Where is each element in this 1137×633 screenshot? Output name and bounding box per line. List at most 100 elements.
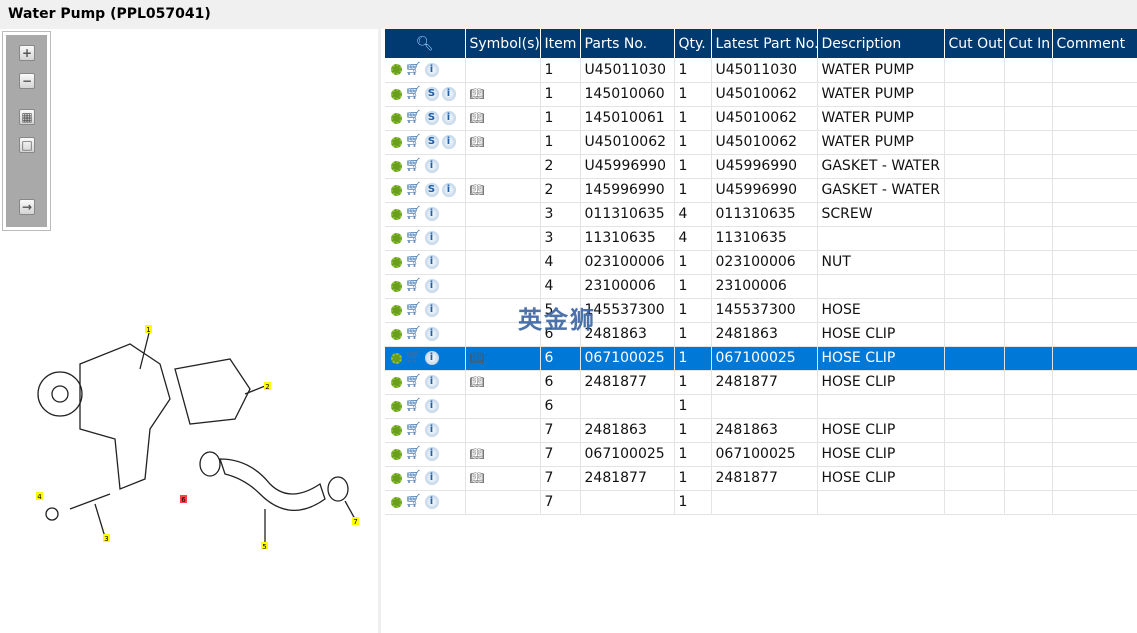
cart-icon[interactable]: 🛒︎	[405, 279, 422, 292]
supersession-icon[interactable]: S	[424, 135, 439, 149]
table-row[interactable]: 🛒︎ i 📖︎ 6 2481877 1 2481877 HOSE CLIP	[385, 370, 1137, 395]
cart-icon[interactable]: 🛒︎	[405, 231, 422, 244]
search-column-header[interactable]: 🔍︎	[385, 29, 466, 58]
info-icon[interactable]: i	[424, 471, 439, 485]
cart-icon[interactable]: 🛒︎	[405, 111, 422, 124]
info-icon[interactable]: i	[424, 495, 439, 509]
cart-icon[interactable]: 🛒︎	[405, 375, 422, 388]
supersession-icon[interactable]: S	[424, 111, 439, 125]
gear-icon[interactable]	[391, 64, 402, 76]
cart-icon[interactable]: 🛒︎	[405, 303, 422, 316]
book-icon[interactable]: 📖︎	[470, 183, 485, 197]
table-row[interactable]: 🛒︎i2U459969901U45996990GASKET - WATER PU…	[385, 154, 1137, 179]
callout-7[interactable]: 7	[353, 518, 357, 526]
book-icon[interactable]: 📖︎	[470, 135, 485, 149]
info-icon[interactable]: i	[424, 375, 439, 389]
book-icon[interactable]: 📖︎	[470, 351, 485, 365]
column-header-cut-in[interactable]: Cut In	[1004, 29, 1053, 58]
callout-2[interactable]: 2	[265, 383, 269, 391]
table-row[interactable]: 🛒︎ i 📖︎ 7 067100025 1 067100025 HOSE CLIP	[385, 442, 1137, 467]
column-header-item[interactable]: Item	[540, 29, 581, 58]
water-pump-diagram[interactable]: 1 2 3 4 5 6 7	[20, 289, 370, 549]
cart-icon[interactable]: 🛒︎	[405, 327, 422, 340]
cart-icon[interactable]: 🛒︎	[405, 423, 422, 436]
cart-icon[interactable]: 🛒︎	[405, 351, 422, 364]
zoom-in-button[interactable]: +	[19, 45, 35, 61]
gear-icon[interactable]	[391, 208, 402, 220]
column-header-description[interactable]: Description	[817, 29, 945, 58]
callout-6[interactable]: 6	[181, 496, 186, 504]
table-row[interactable]: 🛒︎ Si 📖︎ 2 145996990 1 U45996990 GASKET - WATER…	[385, 178, 1137, 203]
table-row[interactable]: 🛒︎ i 6 1	[385, 394, 1137, 419]
cart-icon[interactable]: 🛒︎	[405, 471, 422, 484]
callout-1[interactable]: 1	[146, 326, 150, 334]
cart-icon[interactable]: 🛒︎	[405, 135, 422, 148]
table-row[interactable]: 🛒︎ i 📖︎ 6 067100025 1 067100025 HOSE CLIP	[385, 346, 1137, 371]
info-icon[interactable]: i	[424, 231, 439, 245]
book-icon[interactable]: 📖︎	[470, 87, 485, 101]
info-icon[interactable]: i	[441, 87, 456, 101]
fit-grid-button[interactable]: ▦	[19, 109, 35, 125]
column-header-latest-part-no[interactable]: Latest Part No.	[711, 29, 818, 58]
supersession-icon[interactable]: S	[424, 87, 439, 101]
book-icon[interactable]: 📖︎	[470, 111, 485, 125]
book-icon[interactable]: 📖︎	[470, 375, 485, 389]
book-icon[interactable]: 📖︎	[470, 471, 485, 485]
gear-icon[interactable]	[391, 232, 402, 244]
gear-icon[interactable]	[391, 352, 402, 364]
cart-icon[interactable]: 🛒︎	[405, 447, 422, 460]
column-header-cut-out[interactable]: Cut Out	[944, 29, 1005, 58]
info-icon[interactable]: i	[424, 279, 439, 293]
gear-icon[interactable]	[391, 472, 402, 484]
gear-icon[interactable]	[391, 184, 402, 196]
info-icon[interactable]: i	[441, 183, 456, 197]
gear-icon[interactable]	[391, 256, 402, 268]
table-row[interactable]: 🛒︎ Si 📖︎ 1 145010060 1 U45010062 WATER PUMP	[385, 82, 1137, 107]
gear-icon[interactable]	[391, 88, 402, 100]
gear-icon[interactable]	[391, 400, 402, 412]
table-row[interactable]: 🛒︎ i 1 U45011030 1 U45011030 WATER PUMP	[385, 58, 1137, 83]
cart-icon[interactable]: 🛒︎	[405, 159, 422, 172]
table-row[interactable]: 🛒︎ i 3 011310635 4 011310635 SCREW	[385, 202, 1137, 227]
gear-icon[interactable]	[391, 328, 402, 340]
gear-icon[interactable]	[391, 160, 402, 172]
gear-icon[interactable]	[391, 496, 402, 508]
cart-icon[interactable]: 🛒︎	[405, 207, 422, 220]
table-row[interactable]: 🛒︎ Si 📖︎ 1 U45010062 1 U45010062 WATER PUMP	[385, 130, 1137, 155]
table-row[interactable]: 🛒︎ i 📖︎ 7 2481877 1 2481877 HOSE CLIP	[385, 466, 1137, 491]
table-row[interactable]: 🛒︎ i 7 2481863 1 2481863 HOSE CLIP	[385, 418, 1137, 443]
cart-icon[interactable]: 🛒︎	[405, 255, 422, 268]
info-icon[interactable]: i	[424, 447, 439, 461]
info-icon[interactable]: i	[424, 351, 439, 365]
info-icon[interactable]: i	[424, 159, 439, 173]
cart-icon[interactable]: 🛒︎	[405, 183, 422, 196]
info-icon[interactable]: i	[424, 207, 439, 221]
gear-icon[interactable]	[391, 304, 402, 316]
info-icon[interactable]: i	[424, 327, 439, 341]
supersession-icon[interactable]: S	[424, 183, 439, 197]
column-header-comment[interactable]: Comment	[1052, 29, 1137, 58]
info-icon[interactable]: i	[424, 255, 439, 269]
gear-icon[interactable]	[391, 424, 402, 436]
info-icon[interactable]: i	[424, 62, 439, 77]
column-header-symbols[interactable]: Symbol(s)	[465, 29, 541, 58]
cart-icon[interactable]: 🛒︎	[405, 87, 422, 100]
export-list-button[interactable]: →	[19, 199, 35, 215]
zoom-out-button[interactable]: −	[19, 73, 35, 89]
column-header-parts-no[interactable]: Parts No.	[580, 29, 675, 58]
gear-icon[interactable]	[391, 376, 402, 388]
table-row[interactable]: 🛒︎ i 5 145537300 1 145537300 HOSE	[385, 298, 1137, 323]
cart-icon[interactable]: 🛒︎	[405, 495, 422, 508]
table-row[interactable]: 🛒︎ Si 📖︎ 1 145010061 1 U45010062 WATER PUMP	[385, 106, 1137, 131]
info-icon[interactable]: i	[441, 111, 456, 125]
column-header-qty[interactable]: Qty.	[674, 29, 712, 58]
search-icon[interactable]: 🔍︎	[416, 36, 434, 52]
info-icon[interactable]: i	[424, 423, 439, 437]
gear-icon[interactable]	[391, 112, 402, 124]
table-row[interactable]: 🛒︎ i 7 1	[385, 490, 1137, 515]
info-icon[interactable]: i	[424, 399, 439, 413]
gear-icon[interactable]	[391, 448, 402, 460]
info-icon[interactable]: i	[441, 135, 456, 149]
fit-page-button[interactable]: □	[19, 137, 35, 153]
table-row[interactable]: 🛒︎ i 3 11310635 4 11310635	[385, 226, 1137, 251]
